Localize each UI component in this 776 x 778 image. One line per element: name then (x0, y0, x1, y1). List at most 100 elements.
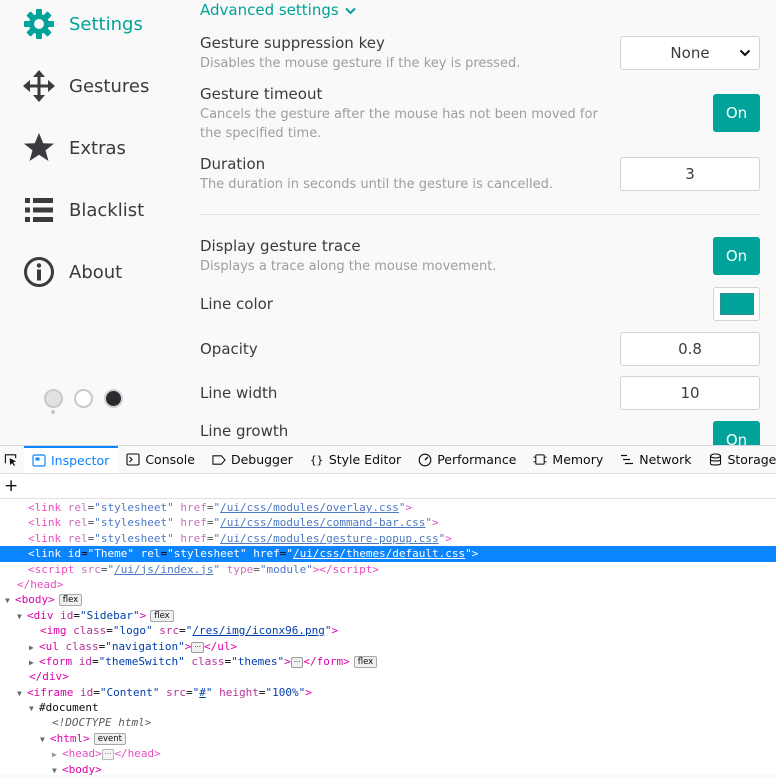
collapsed-ellipsis[interactable]: ··· (290, 656, 304, 668)
markup-node-selected[interactable]: <link id="Theme" rel="stylesheet" href="… (0, 546, 776, 562)
markup-node[interactable]: </head> (0, 577, 776, 592)
line-color-swatch (719, 293, 754, 315)
network-icon (620, 453, 634, 467)
expand-twisty-icon[interactable]: ▼ (17, 609, 27, 624)
gear-icon (22, 7, 56, 41)
markup-node[interactable]: <script src="/ui/js/index.js" type="modu… (0, 562, 776, 577)
duration-input[interactable]: 3 (620, 157, 760, 191)
opacity-title: Opacity (200, 340, 258, 358)
theme-dark-radio[interactable] (104, 389, 123, 408)
debugger-icon (212, 453, 226, 467)
suppression-key-select[interactable]: None (620, 36, 760, 70)
sidebar-item-blacklist[interactable]: Blacklist (22, 192, 144, 228)
flex-badge[interactable]: flex (150, 609, 174, 622)
markup-node[interactable]: <link rel="stylesheet" href="/ui/css/mod… (0, 500, 776, 515)
line-width-input[interactable]: 10 (620, 376, 760, 410)
element-picker-icon (4, 453, 18, 467)
sidebar-item-label: Gestures (69, 75, 150, 97)
svg-text:{}: {} (310, 454, 323, 467)
markup-node[interactable]: <!DOCTYPE html> (0, 715, 776, 730)
tab-label: Memory (552, 452, 604, 467)
line-growth-toggle[interactable]: On (713, 421, 760, 445)
collapsed-ellipsis[interactable]: ··· (191, 641, 205, 653)
markup-node[interactable]: <link rel="stylesheet" href="/ui/css/mod… (0, 531, 776, 546)
event-badge[interactable]: event (93, 732, 126, 745)
gesture-timeout-toggle[interactable]: On (713, 94, 760, 132)
sidebar-item-label: Extras (69, 137, 126, 159)
gesture-trace-toggle[interactable]: On (713, 237, 760, 275)
markup-view: <link rel="stylesheet" href="/ui/css/mod… (0, 499, 776, 777)
markup-node[interactable]: ▶ <head> ··· </head> (0, 746, 776, 761)
database-icon (708, 452, 722, 467)
sidebar-item-label: Settings (69, 13, 143, 35)
settings-content: Advanced settings Gesture suppression ke… (200, 0, 776, 445)
sidebar-item-settings[interactable]: Settings (22, 6, 143, 42)
markup-node[interactable]: <img class="logo" src="/res/img/iconx96.… (0, 623, 776, 638)
markup-node[interactable]: ▼ <body> flex (0, 592, 776, 607)
flex-badge[interactable]: flex (353, 655, 378, 668)
section-divider (200, 214, 760, 215)
theme-switch (44, 389, 123, 408)
move-arrows-icon (22, 69, 56, 103)
inspector-icon (32, 454, 46, 468)
markup-node[interactable]: </div> (0, 669, 776, 684)
star-icon (22, 131, 56, 165)
tab-label: Style Editor (328, 452, 402, 467)
element-picker-button[interactable] (0, 446, 24, 473)
collapse-twisty-icon[interactable]: ▶ (29, 640, 39, 655)
sidebar-item-extras[interactable]: Extras (22, 130, 126, 166)
advanced-settings-label: Advanced settings (200, 1, 339, 19)
tab-label: Console (145, 452, 195, 467)
tab-memory[interactable]: Memory (525, 446, 612, 473)
tab-console[interactable]: Console (118, 446, 204, 473)
tab-storage[interactable]: Storage (700, 446, 776, 473)
line-color-picker[interactable] (713, 287, 760, 321)
tab-label: Network (639, 452, 692, 467)
collapsed-ellipsis[interactable]: ··· (101, 749, 115, 761)
sidebar-item-label: About (69, 261, 123, 283)
advanced-settings-toggle[interactable]: Advanced settings (200, 1, 356, 19)
tab-performance[interactable]: Performance (410, 446, 525, 473)
markup-node[interactable]: <link rel="stylesheet" href="/ui/css/mod… (0, 515, 776, 530)
line-growth-title: Line growth (200, 422, 289, 440)
expand-twisty-icon[interactable]: ▼ (52, 763, 62, 778)
list-icon (22, 193, 56, 227)
markup-node[interactable]: ▼ <div id="Sidebar"> flex (0, 608, 776, 623)
expand-twisty-icon[interactable]: ▼ (5, 593, 15, 608)
opacity-input[interactable]: 0.8 (620, 332, 760, 366)
console-icon (126, 453, 140, 467)
collapse-twisty-icon[interactable]: ▶ (29, 655, 39, 670)
tab-inspector[interactable]: Inspector (24, 446, 119, 473)
flex-badge[interactable]: flex (58, 594, 83, 607)
info-icon (22, 255, 56, 289)
expand-twisty-icon[interactable]: ▼ (17, 686, 27, 701)
markup-node[interactable]: ▶ <ul class="navigation"> ··· </ul> (0, 639, 776, 654)
devtools-tabbar: Inspector Console Debugger {} Style Edit… (0, 446, 776, 474)
expand-twisty-icon[interactable]: ▼ (40, 732, 50, 747)
markup-node[interactable]: ▶ <form id="themeSwitch" class="themes"> ·… (0, 654, 776, 669)
duration-desc: The duration in seconds until the gestur… (200, 177, 553, 192)
markup-node[interactable]: ▼ <iframe id="Content" src="#" height="10… (0, 685, 776, 700)
theme-selected-marker (51, 410, 55, 414)
tab-debugger[interactable]: Debugger (204, 446, 302, 473)
duration-title: Duration (200, 155, 266, 173)
extension-options-page: Settings Gestures Extras Blacklist About (0, 0, 776, 445)
markup-node[interactable]: ▼ #document (0, 700, 776, 715)
tab-style-editor[interactable]: {} Style Editor (302, 446, 410, 473)
theme-light-radio[interactable] (44, 389, 63, 408)
gesture-timeout-desc: Cancels the gesture after the mouse has … (200, 107, 598, 141)
suppression-key-desc: Disables the mouse gesture if the key is… (200, 56, 521, 71)
expand-twisty-icon[interactable]: ▼ (29, 701, 39, 716)
theme-white-radio[interactable] (74, 389, 93, 408)
sidebar-item-gestures[interactable]: Gestures (22, 68, 149, 104)
collapse-twisty-icon[interactable]: ▶ (52, 747, 62, 762)
add-node-button[interactable]: + (4, 477, 18, 495)
tab-label: Storage (727, 452, 776, 467)
tab-label: Performance (437, 452, 517, 467)
sidebar: Settings Gestures Extras Blacklist About (0, 0, 185, 445)
markup-node[interactable]: ▼ <html> event (0, 731, 776, 746)
sidebar-item-about[interactable]: About (22, 254, 122, 290)
gauge-icon (418, 453, 432, 467)
line-width-title: Line width (200, 384, 278, 402)
tab-network[interactable]: Network (612, 446, 700, 473)
